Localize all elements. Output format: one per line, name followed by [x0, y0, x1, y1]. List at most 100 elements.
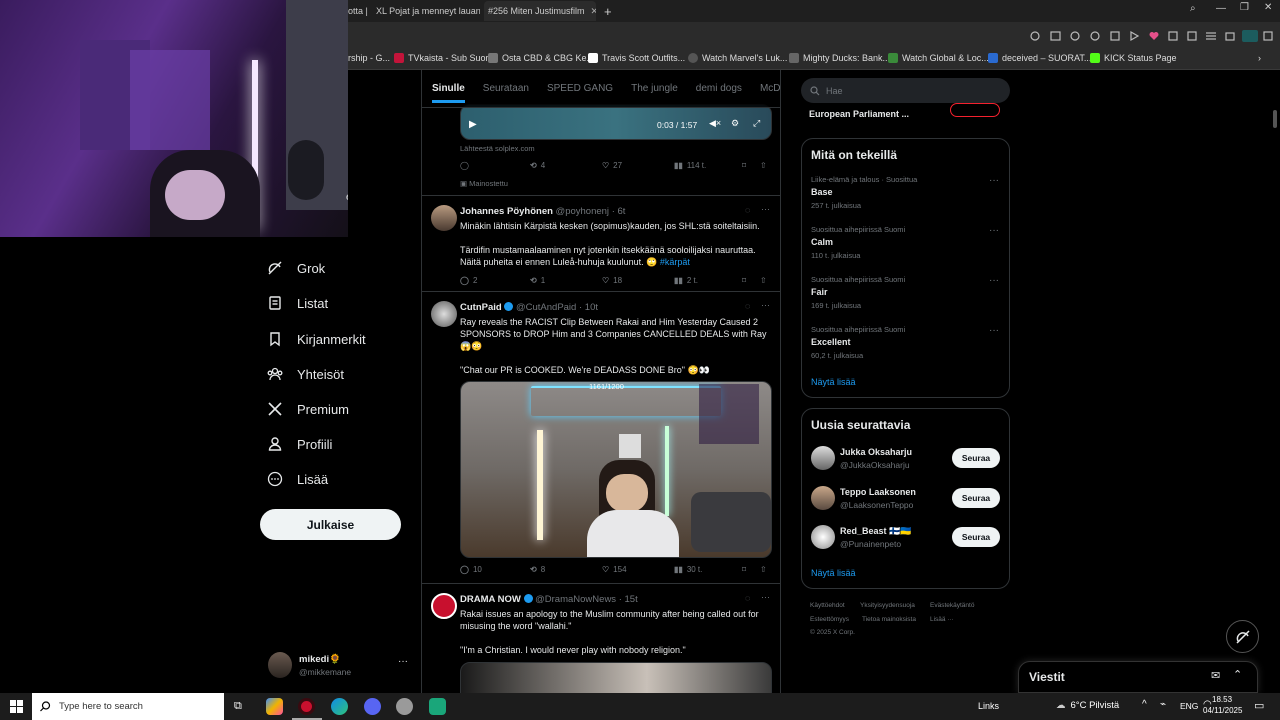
- bookmark-icon[interactable]: ⌑: [742, 276, 746, 285]
- tweet-image[interactable]: [460, 662, 772, 693]
- bookmark[interactable]: rship - G...: [348, 53, 390, 63]
- opera-icon[interactable]: [298, 698, 315, 715]
- video-player[interactable]: ▶ 0:03 / 1:57 ◀× ⚙ ⤢: [460, 104, 772, 140]
- reply-button[interactable]: ◯ 2: [460, 276, 477, 285]
- sidebar-item-lists[interactable]: Listat: [267, 291, 328, 315]
- ad-source[interactable]: Lähteestä solplex.com: [460, 144, 535, 153]
- reply-button[interactable]: ◯ 10: [460, 565, 482, 574]
- minimize-icon[interactable]: —: [1216, 3, 1226, 14]
- mute-icon[interactable]: ◀×: [709, 118, 721, 129]
- bookmark[interactable]: deceived – SUORAT...: [988, 53, 1091, 63]
- more-icon[interactable]: ···: [989, 225, 999, 236]
- like-button[interactable]: ♡ 154: [602, 565, 627, 574]
- links-toolbar[interactable]: Links: [978, 701, 999, 711]
- more-icon[interactable]: ···: [989, 175, 999, 186]
- follow-button[interactable]: Seuraa: [952, 488, 1000, 508]
- avatar[interactable]: [431, 205, 457, 231]
- trend-partial[interactable]: European Parliament ...: [809, 109, 909, 119]
- play-icon[interactable]: ▶: [469, 119, 477, 130]
- windows-start-icon[interactable]: [10, 700, 23, 713]
- tweet-author[interactable]: Johannes Pöyhönen @poyhonenj · 6t: [460, 206, 625, 217]
- tab-list[interactable]: demi dogs: [696, 83, 742, 94]
- chevron-up-icon[interactable]: ^: [1142, 699, 1147, 710]
- follow-name[interactable]: Jukka Oksaharju: [840, 447, 912, 457]
- views-button[interactable]: ▮▮ 114 t.: [674, 161, 706, 170]
- discord-icon[interactable]: [364, 698, 381, 715]
- trend-name[interactable]: Calm: [811, 237, 833, 247]
- bookmark[interactable]: Watch Marvel's Luk...: [688, 53, 787, 63]
- bookmark[interactable]: TVkaista - Sub Suora: [394, 53, 494, 63]
- bookmark[interactable]: Travis Scott Outfits...: [588, 53, 685, 63]
- bookmark-icon[interactable]: ⌑: [742, 161, 746, 170]
- account-more-icon[interactable]: ···: [398, 656, 408, 667]
- bookmark[interactable]: KICK Status Page: [1090, 53, 1177, 63]
- network-icon[interactable]: ⌁: [1160, 699, 1166, 710]
- views-button[interactable]: ▮▮ 2 t.: [674, 276, 698, 285]
- sidebar-item-premium[interactable]: Premium: [267, 397, 349, 421]
- sidebar-item-communities[interactable]: Yhteisöt: [267, 362, 344, 386]
- close-window-icon[interactable]: ✕: [1264, 2, 1272, 13]
- search-input[interactable]: Hae: [801, 78, 1010, 103]
- footer-link[interactable]: Evästekäytäntö: [930, 602, 974, 609]
- share-icon[interactable]: ⇧: [760, 565, 767, 574]
- sidebar-item-grok[interactable]: Grok: [267, 256, 325, 280]
- show-more-link[interactable]: Näytä lisää: [811, 568, 856, 578]
- retweet-button[interactable]: ⟲ 8: [530, 565, 545, 574]
- bookmark[interactable]: Watch Global & Loc...: [888, 53, 989, 63]
- hashtag-link[interactable]: #kärpät: [660, 257, 690, 267]
- app-icon[interactable]: [396, 698, 413, 715]
- more-icon[interactable]: ···: [761, 592, 770, 602]
- trend-name[interactable]: Base: [811, 187, 833, 197]
- avatar[interactable]: [431, 301, 457, 327]
- retweet-button[interactable]: ⟲ 4: [530, 161, 545, 170]
- fullscreen-icon[interactable]: ⤢: [753, 118, 760, 129]
- notifications-icon[interactable]: ▭: [1254, 699, 1264, 712]
- edge-icon[interactable]: [331, 698, 348, 715]
- sidebar-item-more[interactable]: Lisää: [267, 467, 328, 491]
- grok-icon[interactable]: ◌: [745, 205, 750, 215]
- new-message-icon[interactable]: ✉: [1211, 669, 1220, 682]
- tab-list[interactable]: The jungle: [631, 83, 678, 94]
- weather-widget[interactable]: ☁ 6°C Pilvistä: [1056, 700, 1119, 711]
- maximize-icon[interactable]: ❐: [1240, 2, 1249, 13]
- tab-following[interactable]: Seurataan: [483, 83, 529, 94]
- post-button[interactable]: Julkaise: [260, 509, 401, 540]
- show-more-link[interactable]: Näytä lisää: [811, 377, 856, 387]
- tweet[interactable]: Johannes Pöyhönen @poyhonenj · 6t ◌ ··· …: [422, 196, 780, 292]
- trend-name[interactable]: Fair: [811, 287, 828, 297]
- more-icon[interactable]: ···: [989, 275, 999, 286]
- language-indicator[interactable]: ENG: [1180, 701, 1198, 711]
- avatar[interactable]: [811, 446, 835, 470]
- tweet-author[interactable]: CutnPaid @CutAndPaid · 10t: [460, 302, 598, 313]
- tab-for-you[interactable]: Sinulle: [432, 83, 465, 103]
- clock-date[interactable]: 04/11/2025: [1203, 706, 1242, 715]
- tab-list[interactable]: SPEED GANG: [547, 83, 613, 94]
- footer-link[interactable]: Käyttöehdot: [810, 602, 845, 609]
- live-badge[interactable]: [950, 103, 1000, 117]
- app-icon[interactable]: [429, 698, 446, 715]
- retweet-button[interactable]: ⟲ 1: [530, 276, 545, 285]
- browser-tab-active[interactable]: #256 Miten Justimusfilm ✕: [484, 1, 596, 21]
- sidebar-item-bookmarks[interactable]: Kirjanmerkit: [267, 327, 366, 351]
- grok-icon[interactable]: ◌: [745, 593, 750, 603]
- taskbar-search-input[interactable]: Type here to search: [32, 693, 224, 720]
- tweet-image[interactable]: 1161/1200: [460, 381, 772, 558]
- account-switcher[interactable]: mikedi🌻 @mikkemane ···: [268, 652, 416, 680]
- more-icon[interactable]: ···: [761, 300, 770, 310]
- app-icon[interactable]: [266, 698, 283, 715]
- grok-button[interactable]: [1226, 620, 1259, 653]
- views-button[interactable]: ▮▮ 30 t.: [674, 565, 702, 574]
- sidebar-item-profile[interactable]: Profiili: [267, 432, 332, 456]
- avatar[interactable]: [431, 593, 457, 619]
- follow-name[interactable]: Red_Beast 🇫🇮🇺🇦: [840, 526, 911, 537]
- bookmark-icon[interactable]: ⌑: [742, 565, 746, 574]
- tweet-author[interactable]: DRAMA NOW @DramaNowNews · 15t: [460, 594, 638, 605]
- more-icon[interactable]: ···: [761, 204, 770, 214]
- follow-name[interactable]: Teppo Laaksonen: [840, 487, 916, 497]
- follow-button[interactable]: Seuraa: [952, 527, 1000, 547]
- browser-toolbar-icons[interactable]: [1028, 29, 1278, 43]
- grok-icon[interactable]: ◌: [745, 301, 750, 311]
- search-tabs-icon[interactable]: ⌕: [1190, 3, 1196, 14]
- like-button[interactable]: ♡ 27: [602, 161, 622, 170]
- footer-link[interactable]: Tietoa mainoksista: [862, 616, 916, 623]
